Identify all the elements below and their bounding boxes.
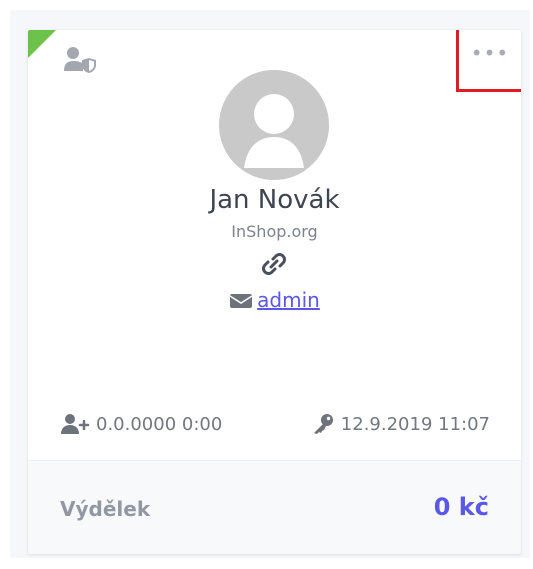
key-icon [313,414,333,434]
last-login-stat: 12.9.2019 11:07 [311,413,490,435]
earnings-label: Výdělek [60,497,151,521]
user-card: ••• Jan Novák InShop.org admin 0.0.0000 … [28,30,521,554]
earnings-footer: Výdělek 0 kč [28,460,521,554]
user-name: Jan Novák [209,185,340,215]
default-avatar-icon [219,70,329,180]
registration-stat: 0.0.0000 0:00 [60,413,222,435]
organization-name: InShop.org [231,222,318,241]
last-login-date: 12.9.2019 11:07 [340,413,490,435]
earnings-value: 0 kč [433,493,489,521]
envelope-icon [229,294,253,308]
avatar [219,70,329,180]
link-icon[interactable] [261,253,287,275]
admin-contact: admin [28,288,521,312]
admin-link[interactable]: admin [257,288,320,312]
page: ••• Jan Novák InShop.org admin 0.0.0000 … [0,0,533,569]
registration-date: 0.0.0000 0:00 [96,413,223,435]
user-plus-icon [61,414,90,434]
user-shield-icon [64,47,96,73]
user-stats: 0.0.0000 0:00 12.9.2019 11:07 [60,410,490,438]
more-options-button[interactable]: ••• [456,30,521,92]
status-flag [28,30,56,58]
more-horizontal-icon: ••• [470,41,510,65]
